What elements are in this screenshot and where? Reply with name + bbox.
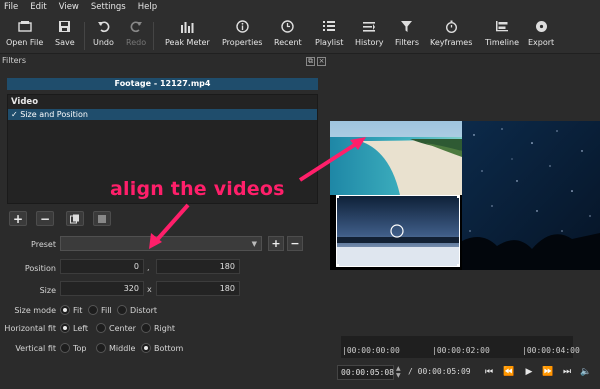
timecode-spinner[interactable]: ▲ ▼ [396, 365, 404, 380]
rewind-icon[interactable]: ⏪ [503, 366, 515, 378]
timeline-tick-label: |00:00:00:00 [342, 346, 400, 355]
volume-icon[interactable]: 🔈 [580, 366, 592, 378]
timeline-tick-label: |00:00:04:00 [522, 346, 580, 355]
skip-to-end-icon[interactable]: ⏭ [561, 366, 573, 378]
fast-forward-icon[interactable]: ⏩ [542, 366, 554, 378]
play-icon[interactable]: ▶ [523, 366, 535, 378]
total-duration-label: / 00:00:05:09 [408, 367, 471, 376]
skip-to-start-icon[interactable]: ⏮ [483, 366, 495, 378]
annotation-text: align the videos [110, 178, 285, 200]
current-timecode-input[interactable]: 00:00:05:08 [337, 365, 394, 380]
timeline-tick-label: |00:00:02:00 [432, 346, 490, 355]
annotation-arrows [149, 137, 366, 249]
